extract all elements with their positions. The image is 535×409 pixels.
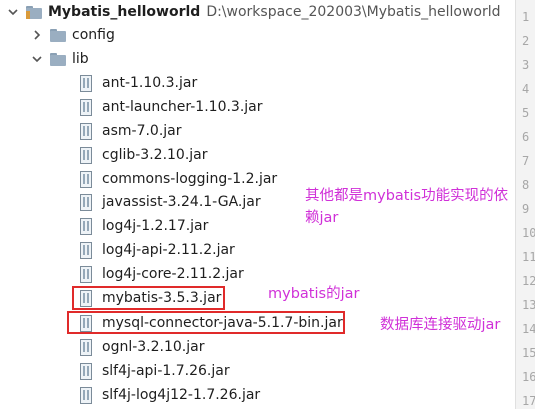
project-name: Mybatis_helloworld bbox=[48, 4, 201, 20]
tree-node-project[interactable]: Mybatis_helloworld D:\workspace_202003\M… bbox=[6, 0, 501, 24]
folder-label: config bbox=[72, 27, 115, 43]
jar-label: ant-1.10.3.jar bbox=[102, 75, 198, 91]
annotation-line: 其他都是mybatis功能实现的依 bbox=[305, 188, 509, 204]
jar-icon bbox=[80, 147, 92, 164]
jar-item[interactable]: ant-1.10.3.jar bbox=[80, 71, 197, 95]
jar-item[interactable]: slf4j-api-1.7.26.jar bbox=[80, 359, 230, 383]
line-number: 2 bbox=[522, 34, 530, 48]
line-number: 3 bbox=[522, 58, 530, 72]
jar-item[interactable]: ant-launcher-1.10.3.jar bbox=[80, 95, 263, 119]
jar-label: log4j-1.2.17.jar bbox=[102, 218, 209, 234]
jar-icon bbox=[80, 194, 92, 211]
jar-label: asm-7.0.jar bbox=[102, 123, 182, 139]
line-number: 1 bbox=[522, 10, 530, 24]
tree-node-config[interactable]: config bbox=[30, 23, 115, 47]
tree-node-lib[interactable]: lib bbox=[30, 47, 89, 71]
jar-icon bbox=[80, 75, 92, 92]
jar-label: slf4j-log4j12-1.7.26.jar bbox=[102, 387, 261, 403]
line-number: 12 bbox=[522, 274, 535, 288]
annotation-driver: 数据库连接驱动jar bbox=[380, 317, 501, 333]
jar-item[interactable]: cglib-3.2.10.jar bbox=[80, 143, 208, 167]
line-number: 7 bbox=[522, 154, 530, 168]
jar-item[interactable]: log4j-1.2.17.jar bbox=[80, 214, 208, 238]
annotation-dependencies: 其他都是mybatis功能实现的依 赖jar bbox=[305, 185, 508, 229]
jar-label: ognl-3.2.10.jar bbox=[102, 339, 205, 355]
jar-label: ant-launcher-1.10.3.jar bbox=[102, 99, 263, 115]
jar-item[interactable]: ognl-3.2.10.jar bbox=[80, 335, 204, 359]
line-number: 9 bbox=[522, 202, 530, 216]
jar-item[interactable]: asm-7.0.jar bbox=[80, 119, 182, 143]
highlight-box-mysql-connector bbox=[67, 311, 345, 334]
line-number: 11 bbox=[522, 250, 535, 264]
jar-icon bbox=[80, 99, 92, 116]
line-number: 17 bbox=[522, 394, 535, 408]
folder-icon bbox=[50, 52, 66, 66]
chevron-down-icon[interactable] bbox=[30, 52, 44, 66]
project-tree: Mybatis_helloworld D:\workspace_202003\M… bbox=[0, 0, 515, 409]
jar-item[interactable]: log4j-api-2.11.2.jar bbox=[80, 238, 235, 262]
folder-icon bbox=[50, 28, 66, 42]
jar-icon bbox=[80, 339, 92, 356]
jar-icon bbox=[80, 242, 92, 259]
editor-line-gutter: 1 2 3 4 5 6 7 8 9 10 11 12 13 14 15 16 1… bbox=[515, 0, 535, 409]
line-number: 5 bbox=[522, 106, 530, 120]
line-number: 15 bbox=[522, 346, 535, 360]
jar-label: commons-logging-1.2.jar bbox=[102, 171, 278, 187]
jar-icon bbox=[80, 123, 92, 140]
chevron-right-icon[interactable] bbox=[30, 28, 44, 42]
jar-item[interactable]: slf4j-log4j12-1.7.26.jar bbox=[80, 383, 260, 407]
jar-label: slf4j-api-1.7.26.jar bbox=[102, 363, 230, 379]
line-number: 6 bbox=[522, 130, 530, 144]
jar-icon bbox=[80, 266, 92, 283]
jar-item[interactable]: log4j-core-2.11.2.jar bbox=[80, 262, 244, 286]
jar-item[interactable]: javassist-3.24.1-GA.jar bbox=[80, 190, 261, 214]
line-number: 10 bbox=[522, 226, 535, 240]
highlight-box-mybatis bbox=[72, 286, 225, 310]
jar-label: log4j-core-2.11.2.jar bbox=[102, 266, 244, 282]
line-number: 13 bbox=[522, 298, 535, 312]
jar-icon bbox=[80, 218, 92, 235]
jar-label: cglib-3.2.10.jar bbox=[102, 147, 208, 163]
project-path: D:\workspace_202003\Mybatis_helloworld bbox=[206, 4, 501, 20]
jar-item[interactable]: commons-logging-1.2.jar bbox=[80, 167, 277, 191]
line-number: 4 bbox=[522, 82, 530, 96]
folder-label: lib bbox=[72, 51, 89, 67]
jar-icon bbox=[80, 387, 92, 404]
jar-label: javassist-3.24.1-GA.jar bbox=[102, 194, 261, 210]
line-number: 14 bbox=[522, 322, 535, 336]
jar-icon bbox=[80, 363, 92, 380]
chevron-down-icon[interactable] bbox=[6, 5, 20, 19]
jar-icon bbox=[80, 171, 92, 188]
line-number: 8 bbox=[522, 178, 530, 192]
jar-label: log4j-api-2.11.2.jar bbox=[102, 242, 235, 258]
line-number: 16 bbox=[522, 370, 535, 384]
annotation-line: 赖jar bbox=[305, 210, 339, 226]
project-folder-icon bbox=[26, 5, 42, 19]
annotation-mybatis: mybatis的jar bbox=[268, 286, 360, 302]
